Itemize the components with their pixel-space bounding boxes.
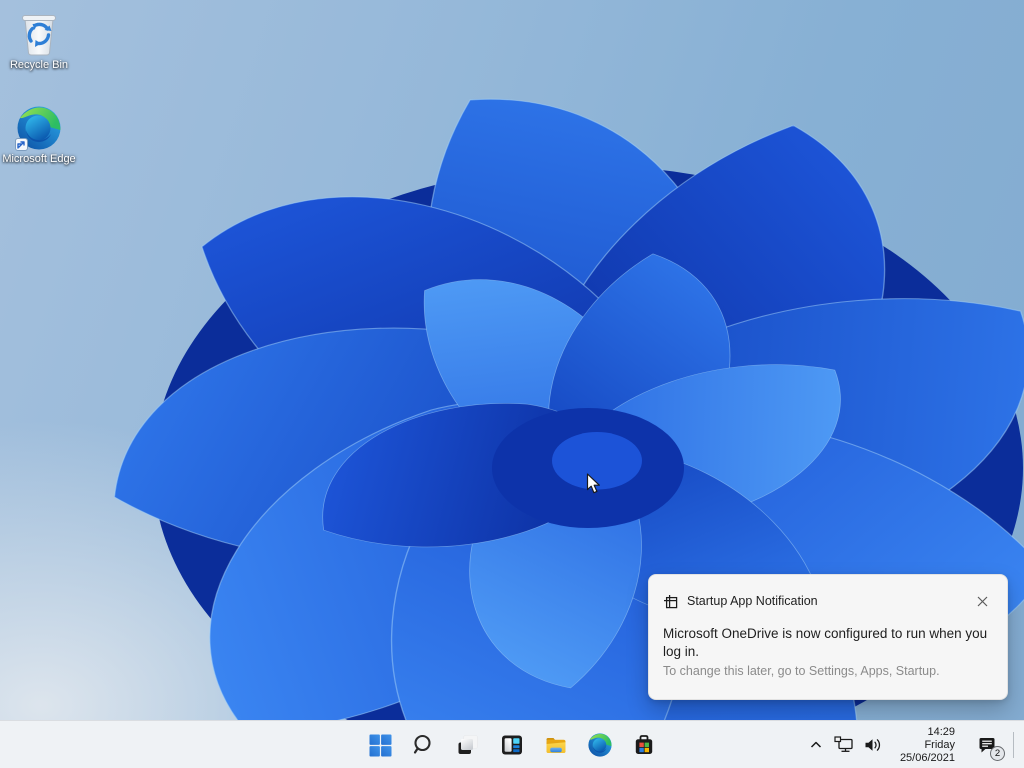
desktop-icon-label: Recycle Bin [0, 59, 78, 72]
toast-title: Startup App Notification [687, 594, 971, 608]
notification-center-button[interactable]: 2 [967, 725, 1007, 765]
desktop-icon-recycle-bin[interactable]: Recycle Bin [0, 10, 78, 72]
toast-hint: To change this later, go to Settings, Ap… [663, 663, 993, 680]
desktop-icon-label: Microsoft Edge [0, 153, 78, 166]
edge-icon [588, 733, 612, 757]
clock-button[interactable]: 14:29 Friday 25/06/2021 [888, 725, 967, 765]
tray-overflow-button[interactable] [803, 725, 829, 765]
tray-day: Friday [900, 739, 955, 752]
startup-apps-icon [663, 594, 678, 609]
search-icon [412, 733, 436, 757]
widgets-icon [500, 733, 524, 757]
quick-settings-button[interactable] [829, 725, 888, 765]
desktop-icon-microsoft-edge[interactable]: Microsoft Edge [0, 106, 78, 166]
search-button[interactable] [404, 725, 444, 765]
file-explorer-button[interactable] [536, 725, 576, 765]
chevron-up-icon [808, 737, 824, 753]
network-icon [834, 736, 856, 754]
show-desktop-button[interactable] [1014, 721, 1020, 768]
system-tray: 14:29 Friday 25/06/2021 2 [803, 721, 1020, 768]
tray-date: 25/06/2021 [900, 752, 955, 765]
edge-button[interactable] [580, 725, 620, 765]
widgets-button[interactable] [492, 725, 532, 765]
windows-start-icon [369, 734, 392, 757]
shortcut-arrow-icon [15, 138, 28, 151]
store-button[interactable] [624, 725, 664, 765]
recycle-bin-icon [17, 10, 61, 56]
volume-icon [863, 736, 883, 754]
start-button[interactable] [360, 725, 400, 765]
toast-message: Microsoft OneDrive is now configured to … [663, 625, 1001, 661]
file-explorer-icon [544, 733, 568, 757]
windows-desktop: Recycle Bin [0, 0, 1024, 768]
toast-close-button[interactable] [971, 590, 993, 612]
notification-count-badge: 2 [990, 746, 1005, 761]
microsoft-store-icon [632, 733, 656, 757]
taskbar-center-group [360, 721, 664, 768]
tray-time: 14:29 [900, 726, 955, 739]
taskbar: 14:29 Friday 25/06/2021 2 [0, 720, 1024, 768]
startup-notification-toast[interactable]: Startup App Notification Microsoft OneDr… [648, 574, 1008, 700]
close-icon [977, 596, 988, 607]
task-view-icon [456, 733, 480, 757]
task-view-button[interactable] [448, 725, 488, 765]
